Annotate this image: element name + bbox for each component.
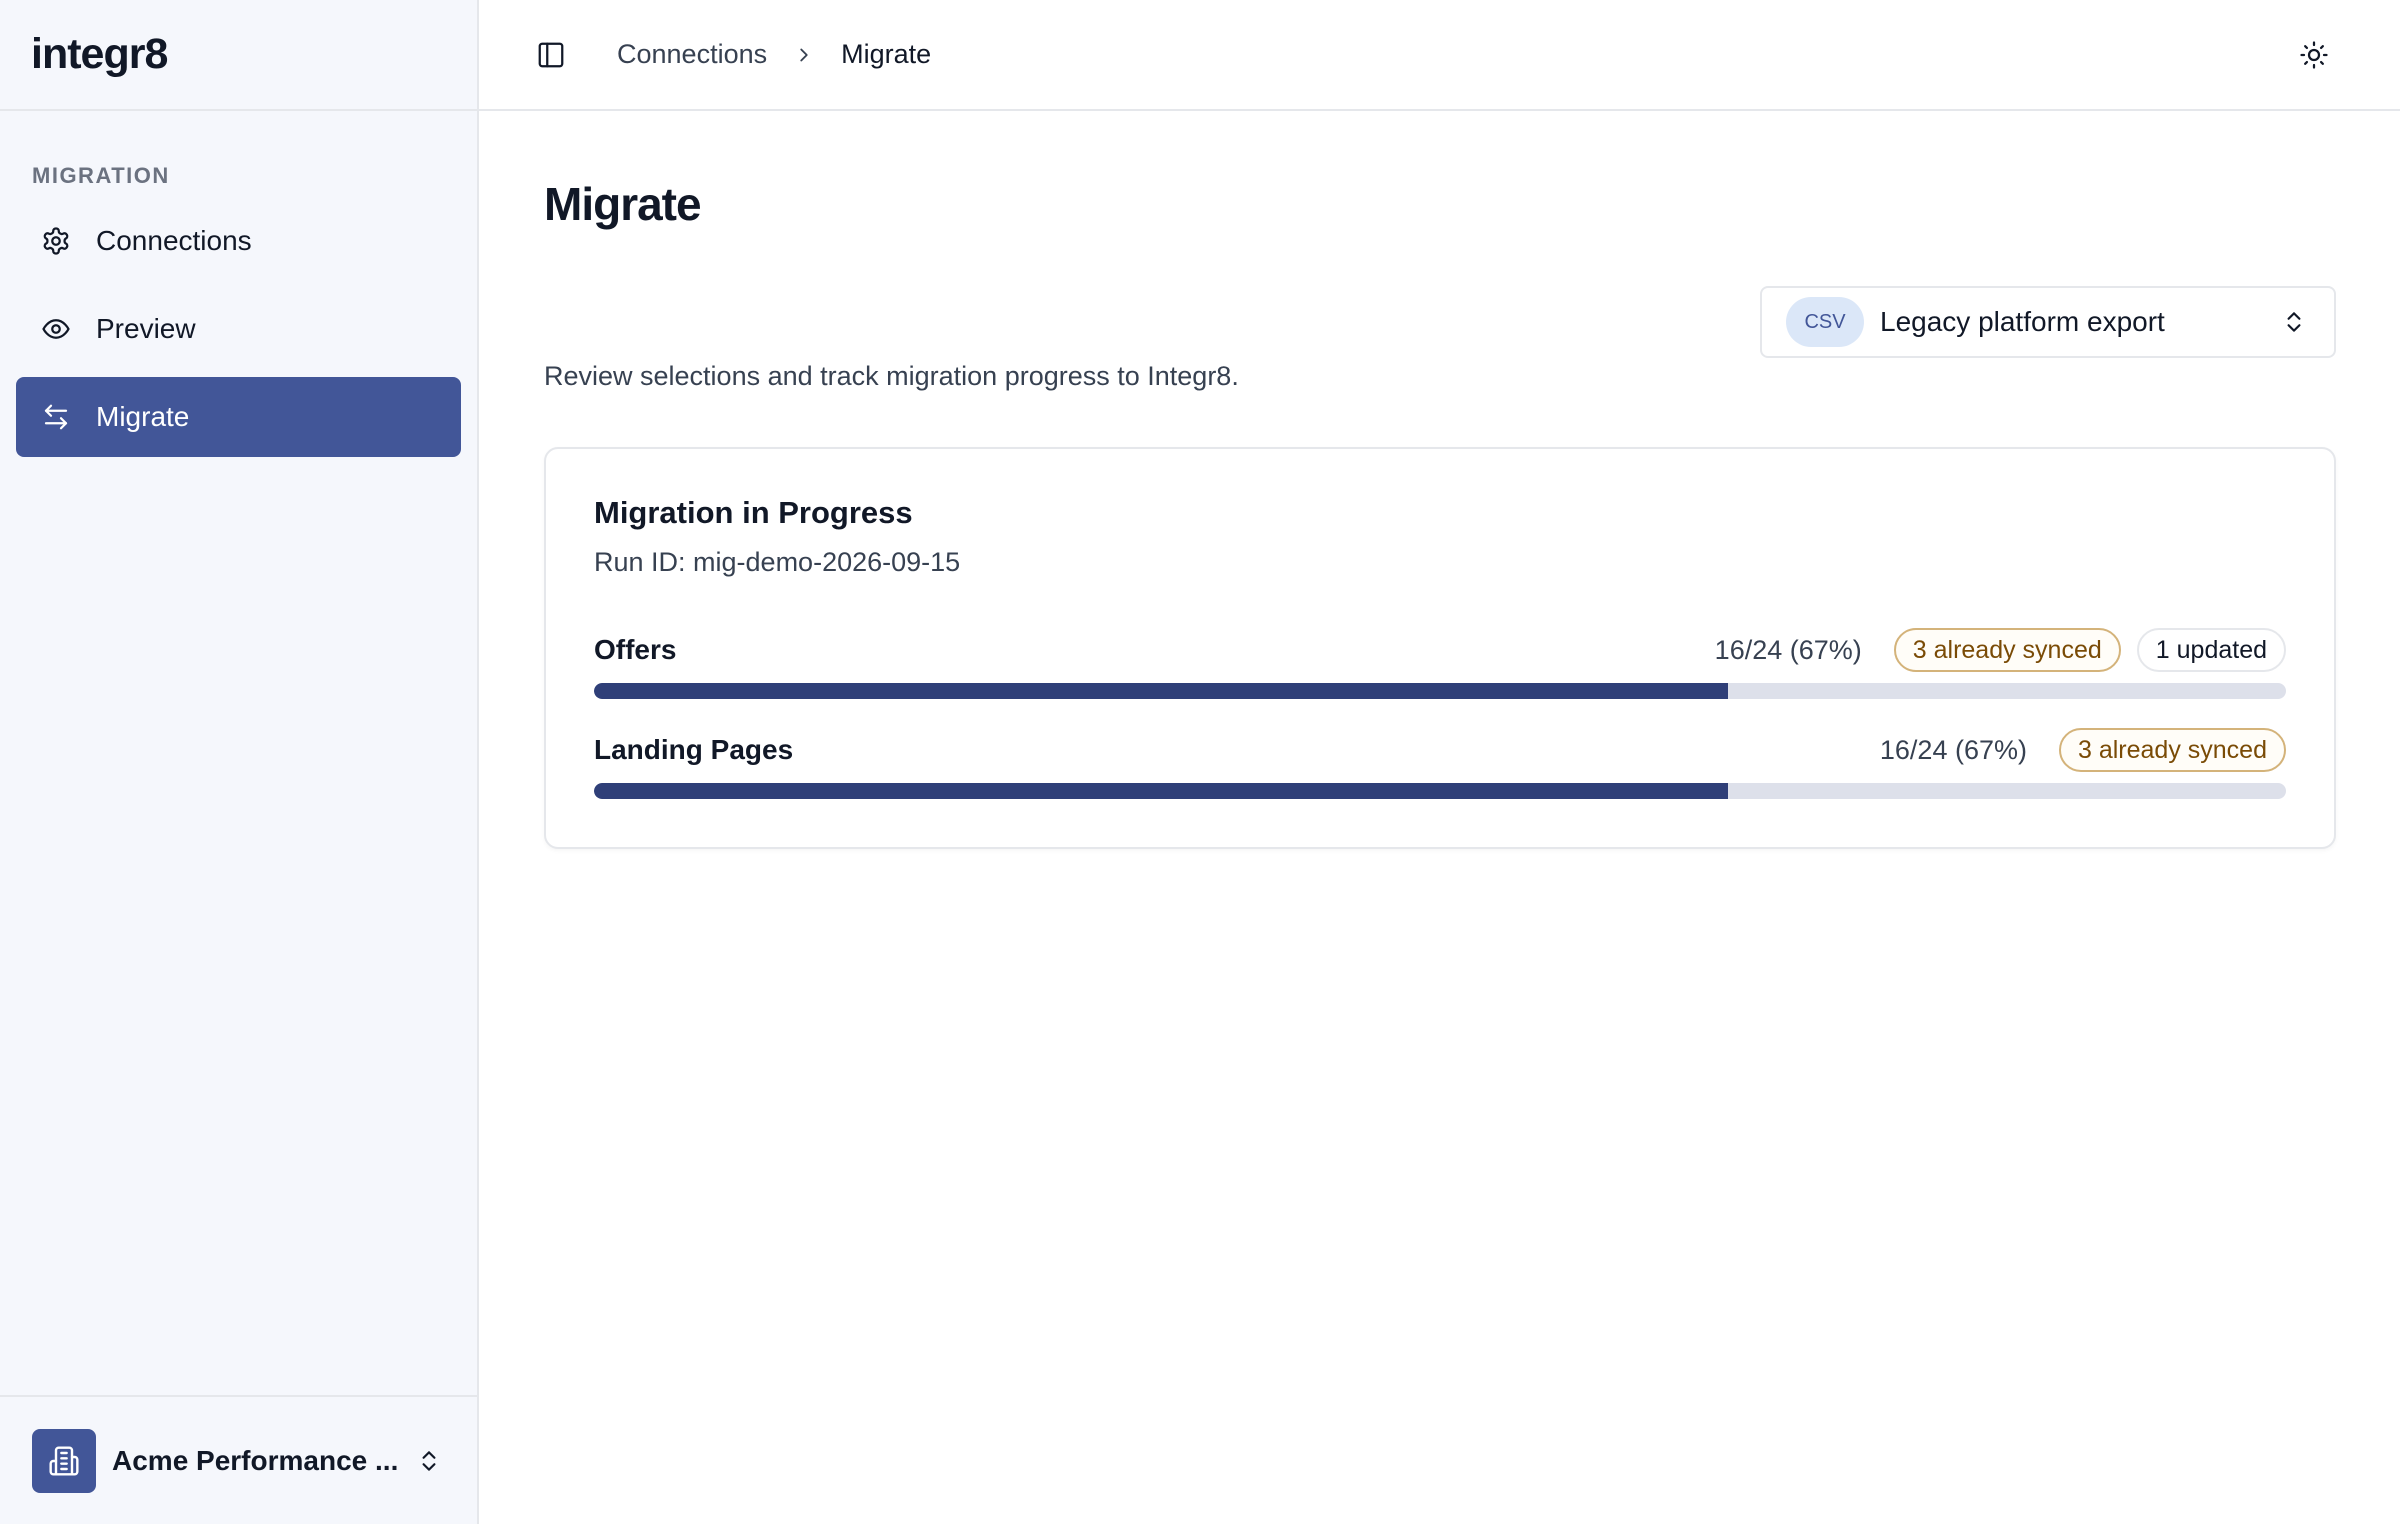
progress-name: Landing Pages — [594, 734, 794, 765]
already-synced-badge: 3 already synced — [2058, 728, 2286, 772]
progress-header: Offers 16/24 (67%) 3 already synced 1 up… — [594, 627, 2286, 673]
progress-count: 16/24 (67%) — [1714, 634, 1862, 665]
arrows-left-right-icon — [40, 401, 72, 433]
sidebar-brand: integr8 — [0, 0, 477, 111]
chevrons-up-down-icon — [413, 1445, 445, 1477]
progress-header: Landing Pages 16/24 (67%) 3 already sync… — [594, 727, 2286, 773]
source-select[interactable]: CSV Legacy platform export — [1760, 286, 2336, 358]
progress-name: Offers — [594, 634, 677, 665]
updated-badge: 1 updated — [2136, 628, 2286, 672]
gear-icon — [40, 225, 72, 257]
app-logo[interactable]: integr8 — [31, 30, 168, 79]
org-name: Acme Performance ... — [112, 1444, 399, 1476]
breadcrumb-migrate: Migrate — [841, 39, 932, 69]
already-synced-badge: 3 already synced — [1893, 628, 2121, 672]
sidebar-panel-icon[interactable] — [531, 35, 571, 75]
chevrons-up-down-icon — [2278, 306, 2310, 338]
progress-bar-fill — [594, 783, 1728, 799]
migration-progress-card: Migration in Progress Run ID: mig-demo-2… — [544, 447, 2336, 849]
main-area: Connections Migrate Migrate Review selec… — [479, 0, 2400, 1524]
progress-count: 16/24 (67%) — [1879, 734, 2027, 765]
building-icon — [32, 1428, 96, 1493]
sidebar: integr8 MIGRATION Connections Preview Mi… — [0, 0, 479, 1524]
sidebar-section-label: MIGRATION — [32, 163, 170, 188]
progress-offers: Offers 16/24 (67%) 3 already synced 1 up… — [594, 627, 2286, 699]
page-title: Migrate — [544, 178, 702, 230]
run-id: Run ID: mig-demo-2026-09-15 — [594, 547, 961, 577]
breadcrumb-connections[interactable]: Connections — [617, 39, 767, 70]
sidebar-item-label: Preview — [96, 313, 196, 344]
app-root: integr8 MIGRATION Connections Preview Mi… — [0, 0, 2400, 1524]
chevron-right-icon — [793, 44, 815, 66]
progress-bar — [594, 783, 2286, 799]
progress-bar — [594, 683, 2286, 699]
org-switcher[interactable]: Acme Performance ... — [0, 1395, 477, 1524]
card-title: Migration in Progress — [594, 495, 913, 530]
progress-bar-fill — [594, 683, 1728, 699]
sidebar-nav: Connections Preview Migrate — [0, 201, 477, 465]
topbar: Connections Migrate — [479, 0, 2400, 111]
eye-icon — [40, 313, 72, 345]
page-subtitle: Review selections and track migration pr… — [544, 361, 1239, 391]
source-select-value: Legacy platform export — [1880, 306, 2165, 337]
breadcrumb: Connections Migrate — [617, 39, 931, 70]
sidebar-item-label: Migrate — [96, 401, 190, 432]
sidebar-item-migrate[interactable]: Migrate — [16, 377, 461, 457]
csv-badge: CSV — [1786, 297, 1864, 347]
sun-icon[interactable] — [2294, 35, 2334, 75]
sidebar-item-connections[interactable]: Connections — [16, 201, 461, 281]
progress-landing-pages: Landing Pages 16/24 (67%) 3 already sync… — [594, 727, 2286, 799]
sidebar-item-preview[interactable]: Preview — [16, 289, 461, 369]
sidebar-item-label: Connections — [96, 225, 252, 256]
